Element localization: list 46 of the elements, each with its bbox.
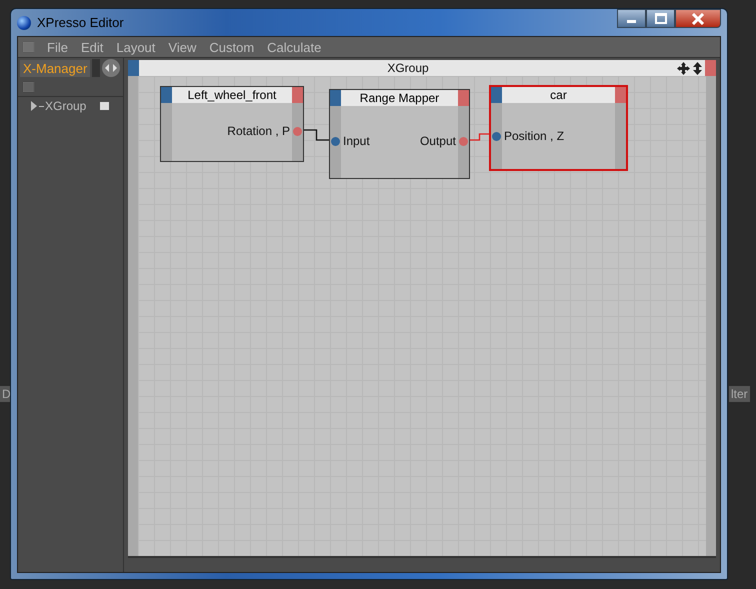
input-port-button[interactable] [161, 87, 172, 103]
tree-item[interactable]: XGroup [45, 99, 86, 113]
port-label: Input [343, 134, 370, 148]
node-title: Range Mapper [358, 90, 440, 106]
wire [302, 129, 331, 141]
panel-label: lter [729, 386, 750, 402]
input-port-button[interactable] [128, 60, 139, 76]
window-title: XPresso Editor [37, 15, 125, 30]
menu-item[interactable]: Layout [116, 40, 156, 54]
menu-item[interactable]: File [47, 40, 68, 54]
node-title: Left_wheel_front [186, 87, 278, 103]
grip-icon[interactable] [23, 42, 34, 52]
speaker-icon [100, 102, 110, 110]
output-port-column [458, 106, 469, 178]
menu-item[interactable]: Edit [80, 40, 104, 54]
tab[interactable]: X-Manager [20, 60, 90, 76]
zoom-arrows-icon[interactable] [692, 62, 703, 74]
scroll-arrows-button[interactable] [102, 59, 120, 77]
close-icon [691, 12, 705, 24]
output-port-column [292, 103, 303, 161]
port-label: Rotation , P [227, 124, 290, 138]
input-port-column [491, 103, 502, 169]
input-port-column [330, 106, 341, 178]
node-title: car [549, 87, 568, 103]
output-port-column [615, 103, 626, 169]
grip-icon[interactable] [23, 82, 34, 92]
move-icon[interactable] [677, 62, 690, 74]
input-port-button[interactable] [491, 87, 502, 103]
menu-item[interactable]: Calculate [267, 40, 322, 54]
node[interactable]: car Position , Z [489, 85, 628, 171]
close-button[interactable] [675, 9, 721, 28]
input-port-column [161, 103, 172, 161]
input-port-button[interactable] [330, 90, 341, 106]
maximize-button[interactable] [646, 9, 675, 28]
node[interactable]: Left_wheel_front Rotation , P [160, 86, 304, 162]
sphere-icon [17, 16, 31, 30]
expand-arrow-icon[interactable] [30, 101, 38, 111]
editor-title: XGroup [386, 61, 430, 75]
wire [468, 133, 491, 141]
menu-item[interactable]: View [168, 40, 196, 54]
port-label: Position , Z [504, 129, 564, 143]
node[interactable]: Range Mapper Input Output [329, 89, 470, 179]
left-right-arrows-icon [105, 64, 118, 72]
minimize-button[interactable] [617, 9, 646, 28]
port-label: Output [420, 134, 456, 148]
menu-item[interactable]: Custom [209, 40, 254, 54]
